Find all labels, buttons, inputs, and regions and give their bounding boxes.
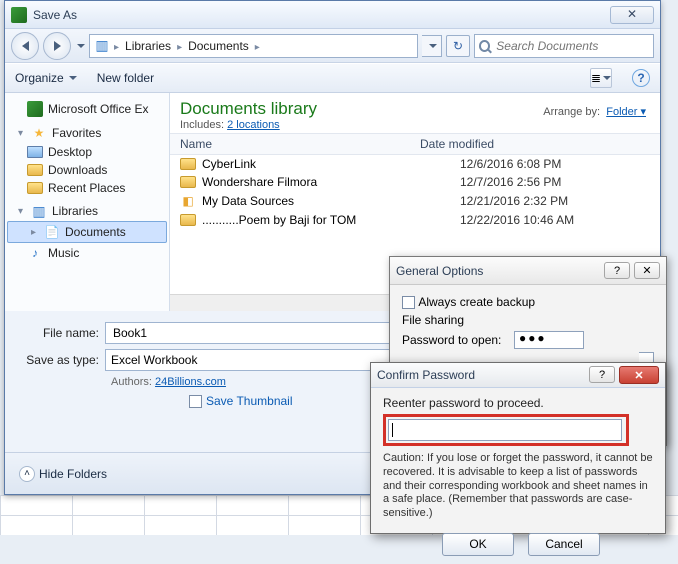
help-button[interactable]: ? (604, 262, 630, 279)
collapse-icon[interactable]: ▾ (15, 206, 26, 217)
crumb-libraries[interactable]: Libraries (123, 39, 173, 53)
documents-icon: 📄 (44, 224, 60, 240)
desktop-icon (27, 146, 43, 158)
file-name: ...........Poem by Baji for TOM (202, 213, 356, 227)
checkbox-icon (402, 296, 415, 309)
libraries-icon: ▥ (94, 38, 110, 54)
breadcrumb[interactable]: ▥ Libraries Documents (89, 34, 418, 58)
close-button[interactable]: ✕ (610, 6, 654, 24)
authors-label: Authors: (111, 376, 152, 388)
close-button[interactable]: ✕ (634, 262, 660, 279)
filename-label: File name: (19, 326, 105, 340)
confirm-password-dialog: Confirm Password ? ✕ Reenter password to… (370, 362, 666, 534)
address-bar-row: ▥ Libraries Documents ↻ (5, 29, 660, 63)
column-headers[interactable]: Name Date modified (170, 133, 660, 155)
sidebar-libraries[interactable]: ▾▥Libraries (7, 201, 167, 221)
sidebar-recent[interactable]: Recent Places (7, 179, 167, 197)
excel-icon (11, 7, 27, 23)
collapse-icon[interactable]: ▾ (15, 128, 26, 139)
file-date: 12/21/2016 2:32 PM (460, 194, 650, 208)
help-button[interactable]: ? (589, 366, 615, 383)
search-box[interactable] (474, 34, 654, 58)
dialog-title: General Options (396, 264, 604, 278)
excel-icon (27, 101, 43, 117)
authors-link[interactable]: 24Billions.com (155, 376, 226, 388)
sidebar: Microsoft Office Ex ▾★Favorites Desktop … (5, 93, 170, 311)
savetype-label: Save as type: (19, 353, 105, 367)
close-button[interactable]: ✕ (619, 366, 659, 384)
file-sharing-label: File sharing (402, 313, 654, 327)
star-icon: ★ (31, 125, 47, 141)
sidebar-desktop[interactable]: Desktop (7, 143, 167, 161)
chevron-up-icon: ˄ (19, 466, 35, 482)
sidebar-music[interactable]: ♪Music (7, 243, 167, 263)
folder-icon (27, 182, 43, 194)
data-source-icon: ◧ (180, 193, 196, 209)
folder-icon (180, 214, 196, 226)
file-name: Wondershare Filmora (202, 175, 317, 189)
sidebar-downloads[interactable]: Downloads (7, 161, 167, 179)
back-button[interactable] (11, 32, 39, 60)
checkbox-icon (189, 395, 202, 408)
file-name: CyberLink (202, 157, 256, 171)
file-name: My Data Sources (202, 194, 294, 208)
includes-label: Includes: (180, 119, 224, 131)
table-row[interactable]: CyberLink 12/6/2016 6:08 PM (170, 155, 660, 173)
titlebar[interactable]: General Options ? ✕ (390, 257, 666, 285)
titlebar[interactable]: Confirm Password ? ✕ (371, 363, 665, 388)
col-date[interactable]: Date modified (420, 137, 650, 151)
includes-link[interactable]: 2 locations (227, 119, 280, 131)
organize-button[interactable]: Organize (15, 71, 77, 85)
expand-icon[interactable]: ▸ (28, 227, 39, 238)
refresh-button[interactable]: ↻ (446, 35, 470, 57)
col-name[interactable]: Name (180, 137, 420, 151)
crumb-documents[interactable]: Documents (186, 39, 251, 53)
music-icon: ♪ (27, 245, 43, 261)
history-dropdown-icon[interactable] (77, 44, 85, 48)
pw-open-label: Password to open: (402, 333, 514, 347)
address-dropdown[interactable] (422, 35, 442, 57)
search-icon (479, 40, 490, 52)
sidebar-documents[interactable]: ▸📄Documents (7, 221, 167, 243)
view-button[interactable]: ≣ (590, 68, 612, 88)
file-date: 12/22/2016 10:46 AM (460, 213, 650, 227)
file-date: 12/7/2016 2:56 PM (460, 175, 650, 189)
new-folder-button[interactable]: New folder (97, 71, 154, 85)
folder-icon (180, 158, 196, 170)
toolbar: Organize New folder ≣ ? (5, 63, 660, 93)
pw-open-input[interactable]: ●●● (514, 331, 584, 349)
table-row[interactable]: Wondershare Filmora 12/7/2016 2:56 PM (170, 173, 660, 191)
search-input[interactable] (494, 38, 649, 54)
arrange-label: Arrange by: (543, 106, 600, 118)
folder-icon (180, 176, 196, 188)
hide-folders-button[interactable]: ˄Hide Folders (19, 466, 107, 482)
table-row[interactable]: ...........Poem by Baji for TOM 12/22/201… (170, 211, 660, 229)
titlebar[interactable]: Save As ✕ (5, 1, 660, 29)
cancel-button[interactable]: Cancel (528, 533, 600, 556)
window-title: Save As (33, 8, 610, 22)
caution-text: Caution: If you lose or forget the passw… (383, 452, 653, 521)
dialog-title: Confirm Password (377, 368, 589, 382)
folder-icon (27, 164, 43, 176)
forward-button[interactable] (43, 32, 71, 60)
sidebar-favorites[interactable]: ▾★Favorites (7, 123, 167, 143)
arrange-dropdown[interactable]: Folder ▾ (606, 106, 646, 118)
password-input[interactable] (388, 419, 622, 441)
table-row[interactable]: ◧ My Data Sources 12/21/2016 2:32 PM (170, 191, 660, 211)
password-highlight (383, 414, 629, 446)
prompt-label: Reenter password to proceed. (383, 396, 653, 410)
file-date: 12/6/2016 6:08 PM (460, 157, 650, 171)
ok-button[interactable]: OK (442, 533, 514, 556)
help-button[interactable]: ? (632, 69, 650, 87)
always-backup-checkbox[interactable]: Always create backup (402, 295, 654, 309)
sidebar-ms-office[interactable]: Microsoft Office Ex (7, 99, 167, 119)
libraries-icon: ▥ (31, 203, 47, 219)
